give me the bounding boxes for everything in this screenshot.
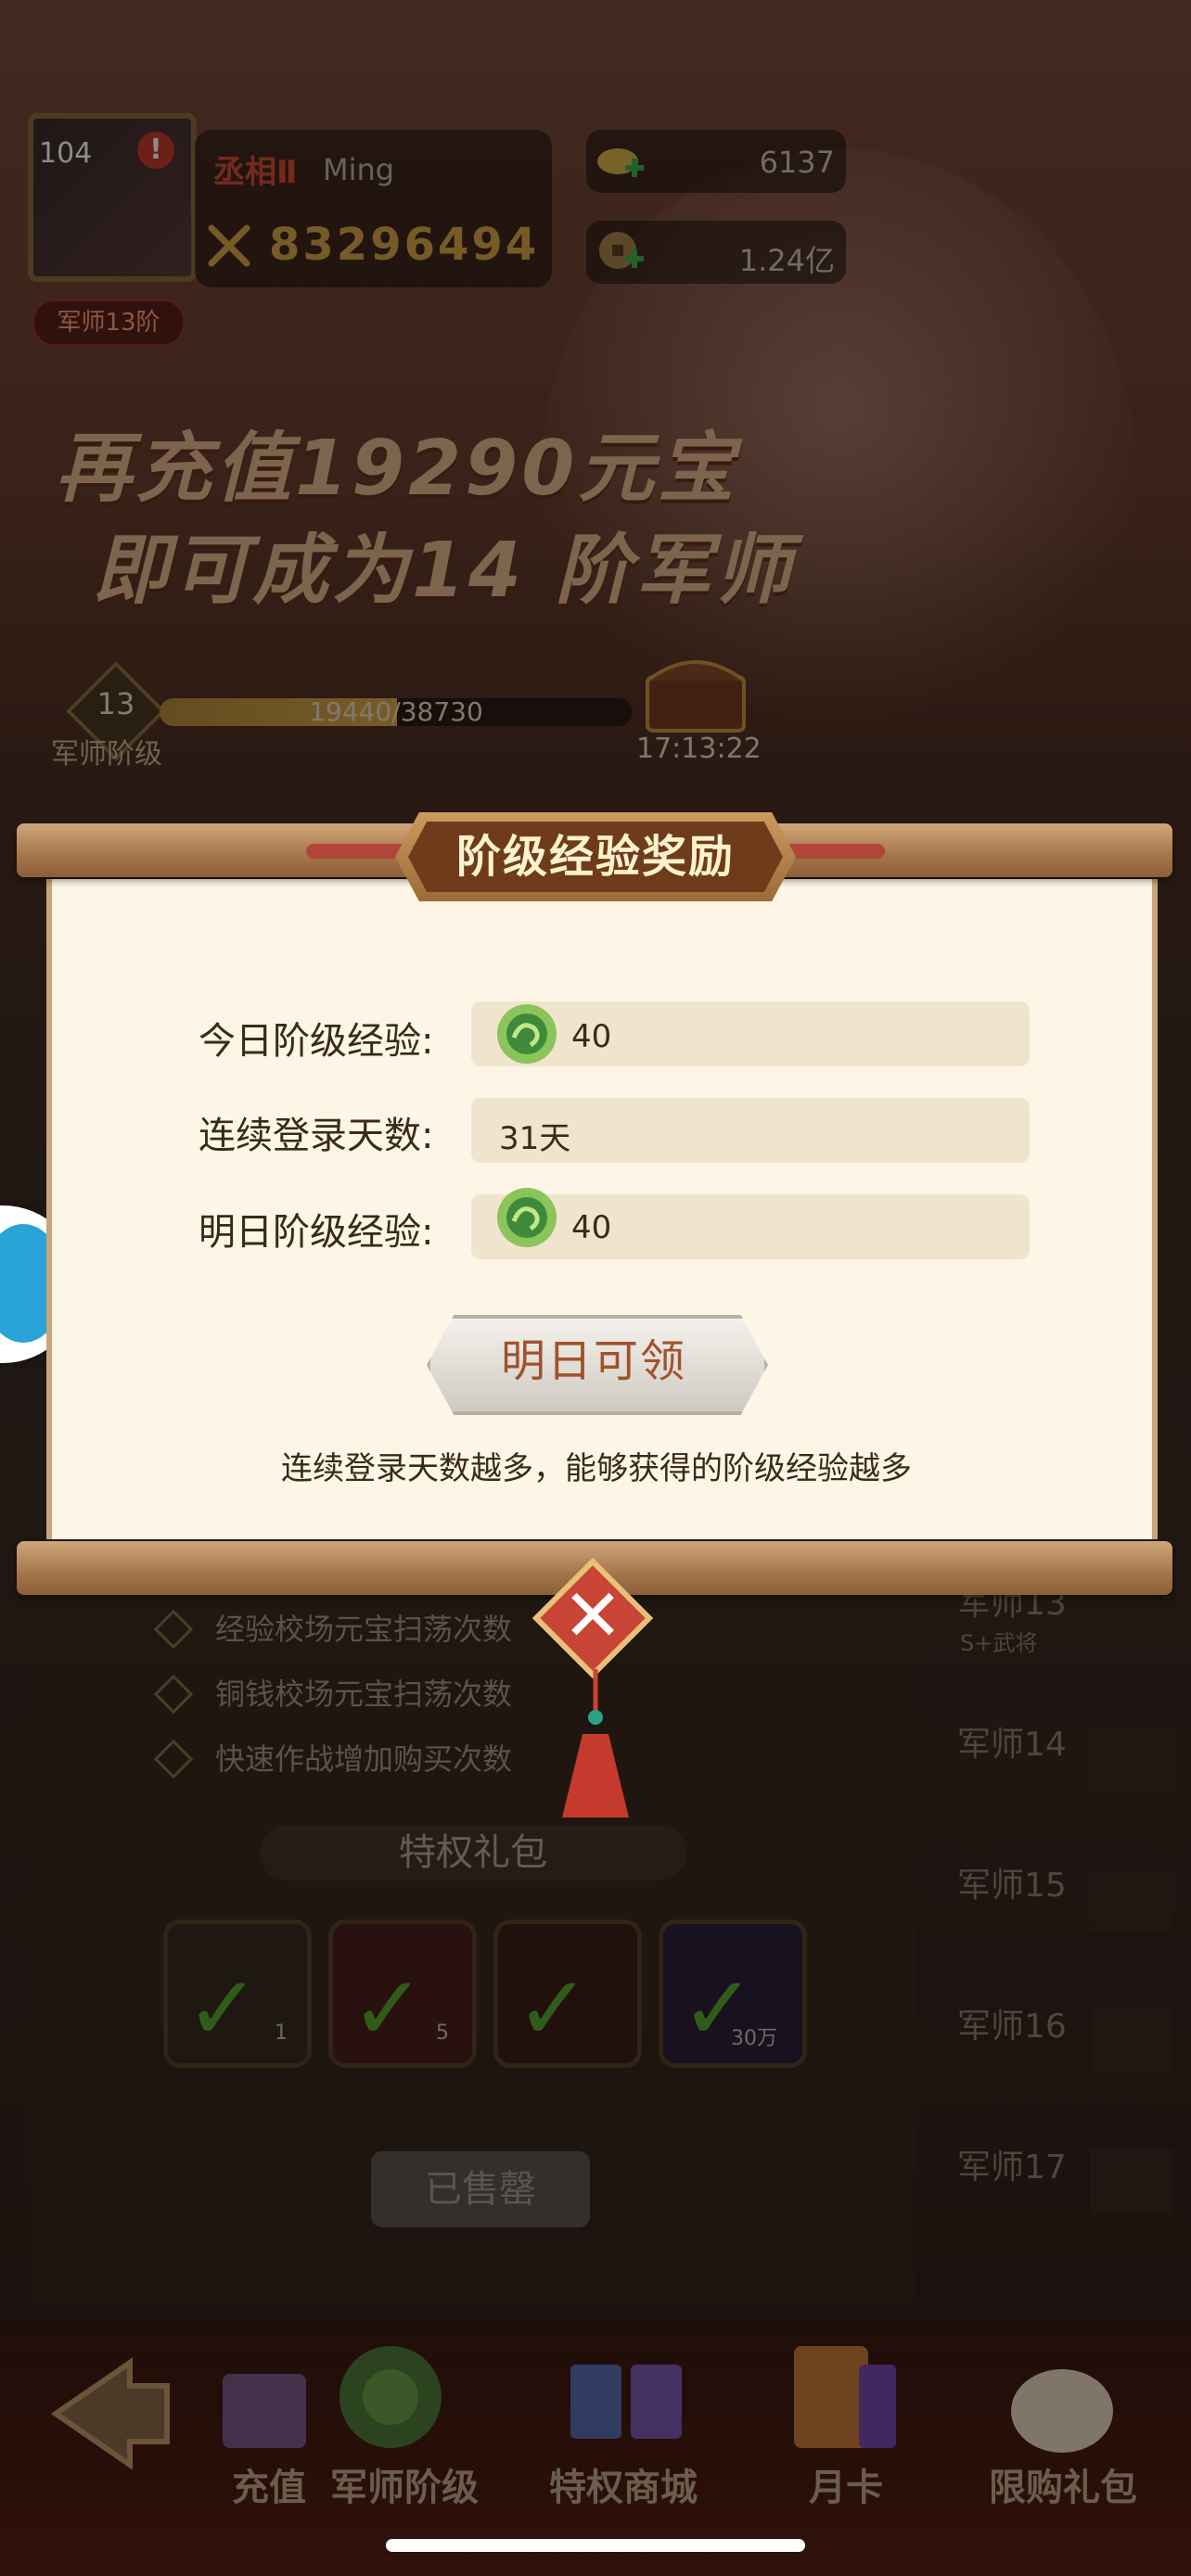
title-pin-left [306, 844, 408, 859]
tomorrow-exp-label: 明日阶级经验: [198, 1211, 434, 1254]
modal-hint: 连续登录天数越多，能够获得的阶级经验越多 [281, 1450, 912, 1487]
today-exp-label: 今日阶级经验: [198, 1020, 434, 1063]
tassel-icon [562, 1669, 629, 1817]
dragon-jade-icon [497, 1004, 557, 1064]
today-exp-value: 40 [571, 1018, 612, 1055]
close-icon[interactable]: ✕ [532, 1575, 653, 1658]
login-days-value: 31天 [499, 1120, 571, 1157]
modal-title: 阶级经验奖励 [455, 831, 735, 883]
tomorrow-exp-value: 40 [571, 1209, 612, 1246]
login-days-label: 连续登录天数: [198, 1115, 434, 1157]
home-indicator[interactable] [386, 2539, 805, 2552]
claim-button-label[interactable]: 明日可领 [427, 1315, 761, 1408]
dragon-jade-icon [497, 1188, 557, 1247]
title-pin-right [783, 844, 885, 859]
